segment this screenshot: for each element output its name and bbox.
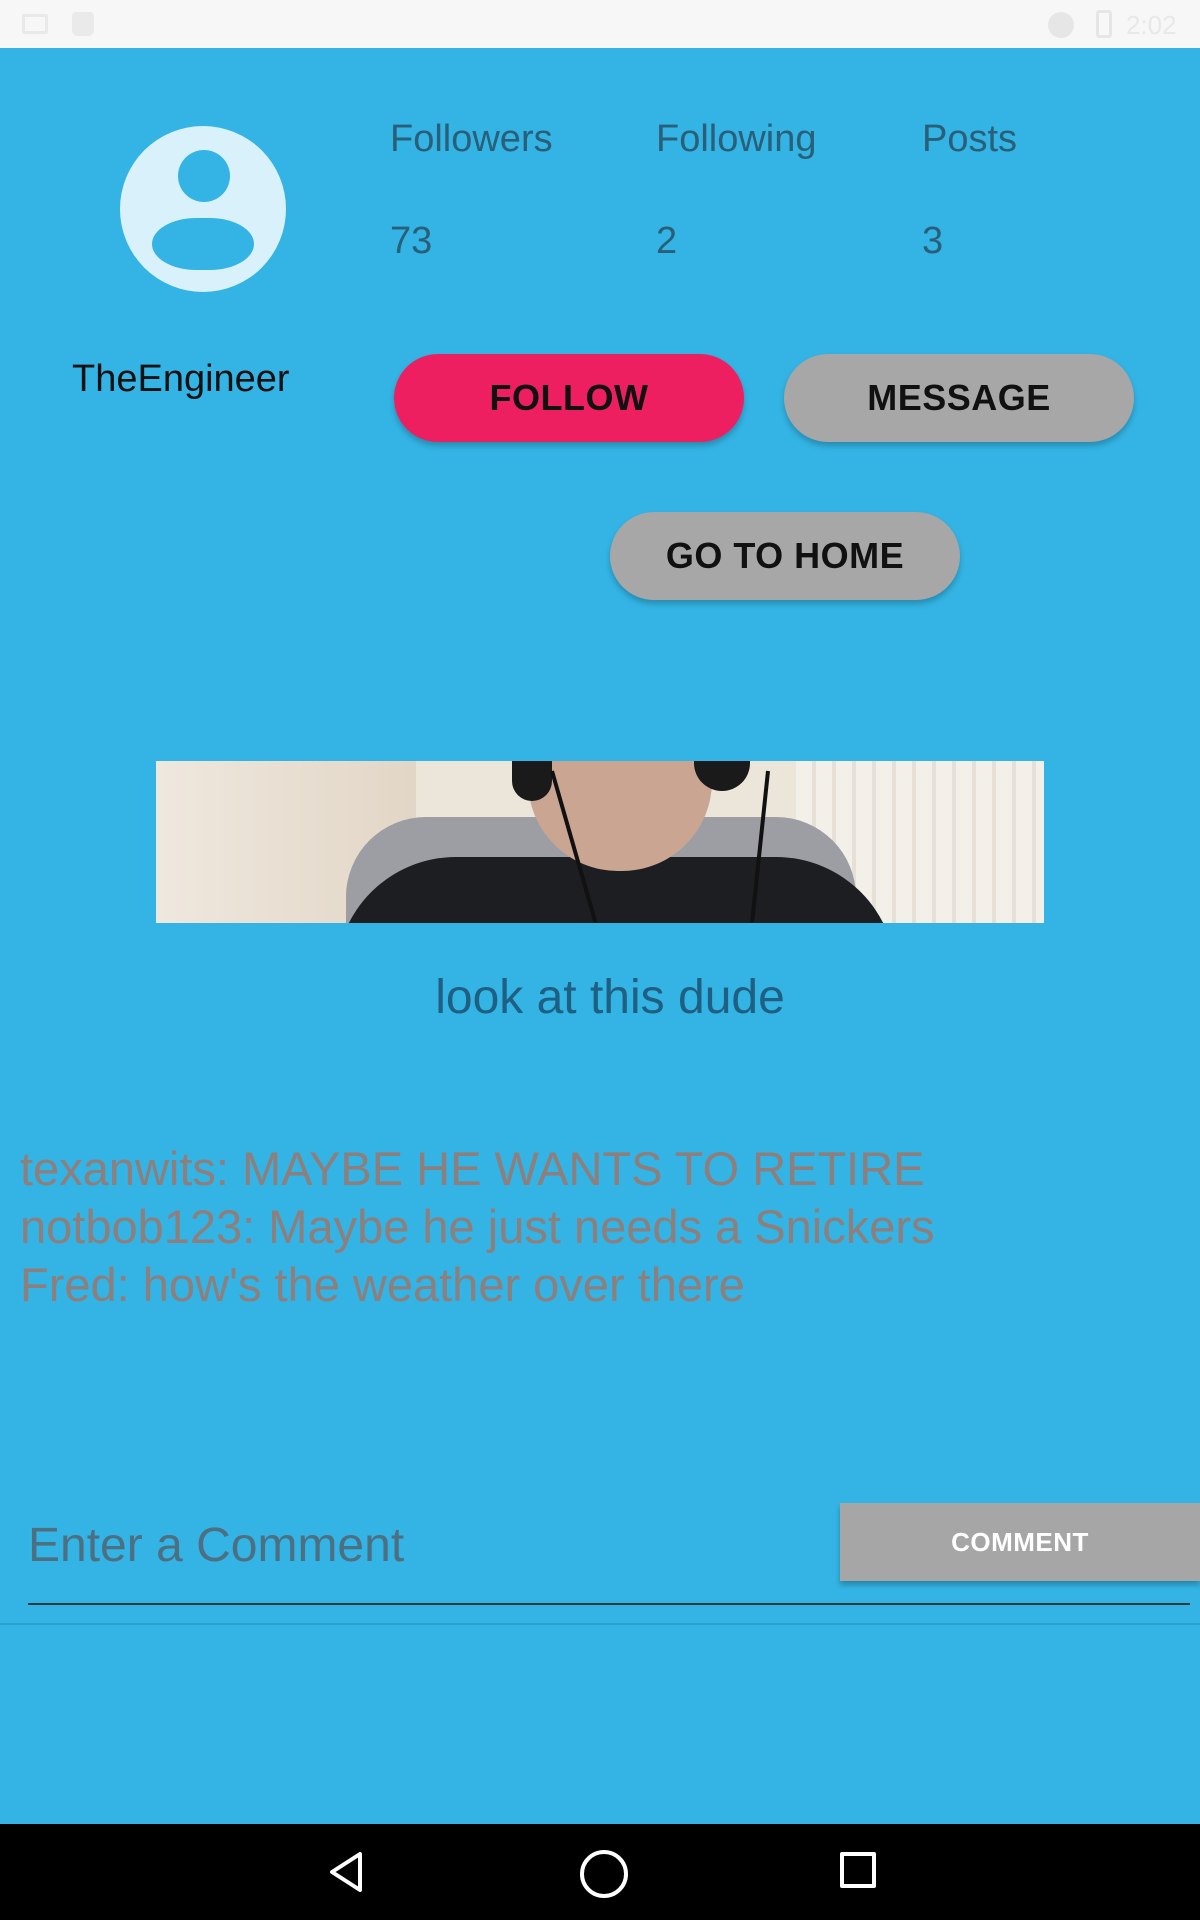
post-image xyxy=(156,761,1044,923)
post-image-headset-left xyxy=(512,761,552,801)
battery-icon xyxy=(1096,10,1112,38)
recents-icon[interactable] xyxy=(840,1852,876,1888)
home-circle-icon[interactable] xyxy=(580,1850,628,1898)
minus-circle-icon xyxy=(1048,12,1074,38)
comment-button[interactable]: COMMENT xyxy=(840,1503,1200,1581)
following-label: Following xyxy=(656,118,817,160)
follow-button[interactable]: FOLLOW xyxy=(394,354,744,442)
comment-item: texanwits: MAYBE HE WANTS TO RETIRE xyxy=(20,1142,925,1195)
username: TheEngineer xyxy=(72,358,290,400)
comment-item: Fred: how's the weather over there xyxy=(20,1258,745,1311)
status-bar: 2:02 xyxy=(0,0,1200,48)
avatar-head xyxy=(178,150,230,202)
following-count: 2 xyxy=(656,220,678,262)
status-time: 2:02 xyxy=(1126,10,1177,40)
comment-input[interactable] xyxy=(28,1500,828,1590)
posts-label: Posts xyxy=(922,118,1018,160)
android-icon xyxy=(72,12,94,36)
divider xyxy=(0,1623,1200,1625)
go-to-home-button[interactable]: GO TO HOME xyxy=(610,512,960,600)
followers-count: 73 xyxy=(390,220,433,262)
posts-count: 3 xyxy=(922,220,944,262)
message-button[interactable]: MESSAGE xyxy=(784,354,1134,442)
comment-list: texanwits: MAYBE HE WANTS TO RETIRE notb… xyxy=(20,1140,934,1314)
avatar-icon xyxy=(120,126,286,292)
followers-label: Followers xyxy=(390,118,553,160)
image-icon xyxy=(22,14,48,34)
comment-item: notbob123: Maybe he just needs a Snicker… xyxy=(20,1200,935,1253)
back-icon[interactable] xyxy=(326,1850,370,1894)
avatar-body xyxy=(152,218,254,270)
comment-input-underline xyxy=(28,1603,1190,1605)
post-caption: look at this dude xyxy=(435,971,785,1024)
